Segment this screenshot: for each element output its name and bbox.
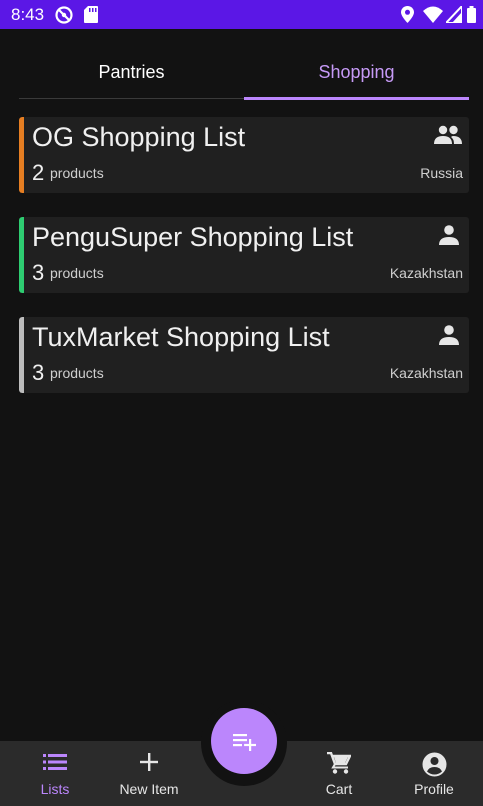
playlist-add-icon (233, 734, 256, 751)
product-count: 2 (32, 160, 45, 185)
list-country: Russia (420, 165, 463, 181)
battery-icon (467, 6, 476, 28)
person-icon (439, 225, 459, 250)
tab-bar: Pantries Shopping (19, 50, 469, 100)
group-icon (434, 125, 462, 150)
nav-label-cart: Cart (325, 781, 353, 797)
product-count-label: products (50, 265, 104, 281)
product-count: 3 (32, 360, 45, 385)
plus-icon (140, 753, 158, 771)
tab-indicator (244, 97, 469, 100)
list-card-og[interactable]: OG Shopping List 2 products Russia (19, 117, 469, 193)
tab-pantries[interactable]: Pantries (19, 50, 244, 99)
product-count-label: products (50, 165, 104, 181)
tab-shopping[interactable]: Shopping (244, 50, 469, 99)
list-country: Kazakhstan (389, 365, 463, 381)
sd-card-icon (84, 6, 98, 28)
wifi-icon (423, 6, 443, 28)
nav-lists[interactable]: Lists (7, 741, 103, 806)
no-disturb-icon (55, 6, 73, 29)
status-time: 8:43 (11, 5, 45, 24)
product-count: 3 (32, 260, 45, 285)
card-accent-stripe (19, 217, 24, 293)
product-count-label: products (50, 365, 104, 381)
nav-label-new-item: New Item (119, 781, 179, 797)
nav-profile[interactable]: Profile (386, 741, 482, 806)
signal-icon (443, 3, 463, 28)
list-title: PenguSuper Shopping List (32, 222, 354, 252)
cart-icon (327, 752, 351, 774)
nav-label-lists: Lists (40, 781, 70, 797)
list-icon (43, 754, 67, 770)
list-title: OG Shopping List (32, 122, 246, 152)
list-country: Kazakhstan (389, 265, 463, 281)
card-accent-stripe (19, 117, 24, 193)
status-bar: 8:43 (0, 0, 483, 29)
person-icon (439, 325, 459, 350)
list-card-tuxmarket[interactable]: TuxMarket Shopping List 3 products Kazak… (19, 317, 469, 393)
card-accent-stripe (19, 317, 24, 393)
nav-new-item[interactable]: New Item (101, 741, 197, 806)
list-title: TuxMarket Shopping List (32, 322, 330, 352)
account-circle-icon (422, 752, 447, 777)
nav-label-profile: Profile (414, 781, 454, 797)
location-icon (401, 6, 414, 28)
add-list-fab[interactable] (211, 708, 277, 774)
list-card-pengusuper[interactable]: PenguSuper Shopping List 3 products Kaza… (19, 217, 469, 293)
nav-cart[interactable]: Cart (291, 741, 387, 806)
